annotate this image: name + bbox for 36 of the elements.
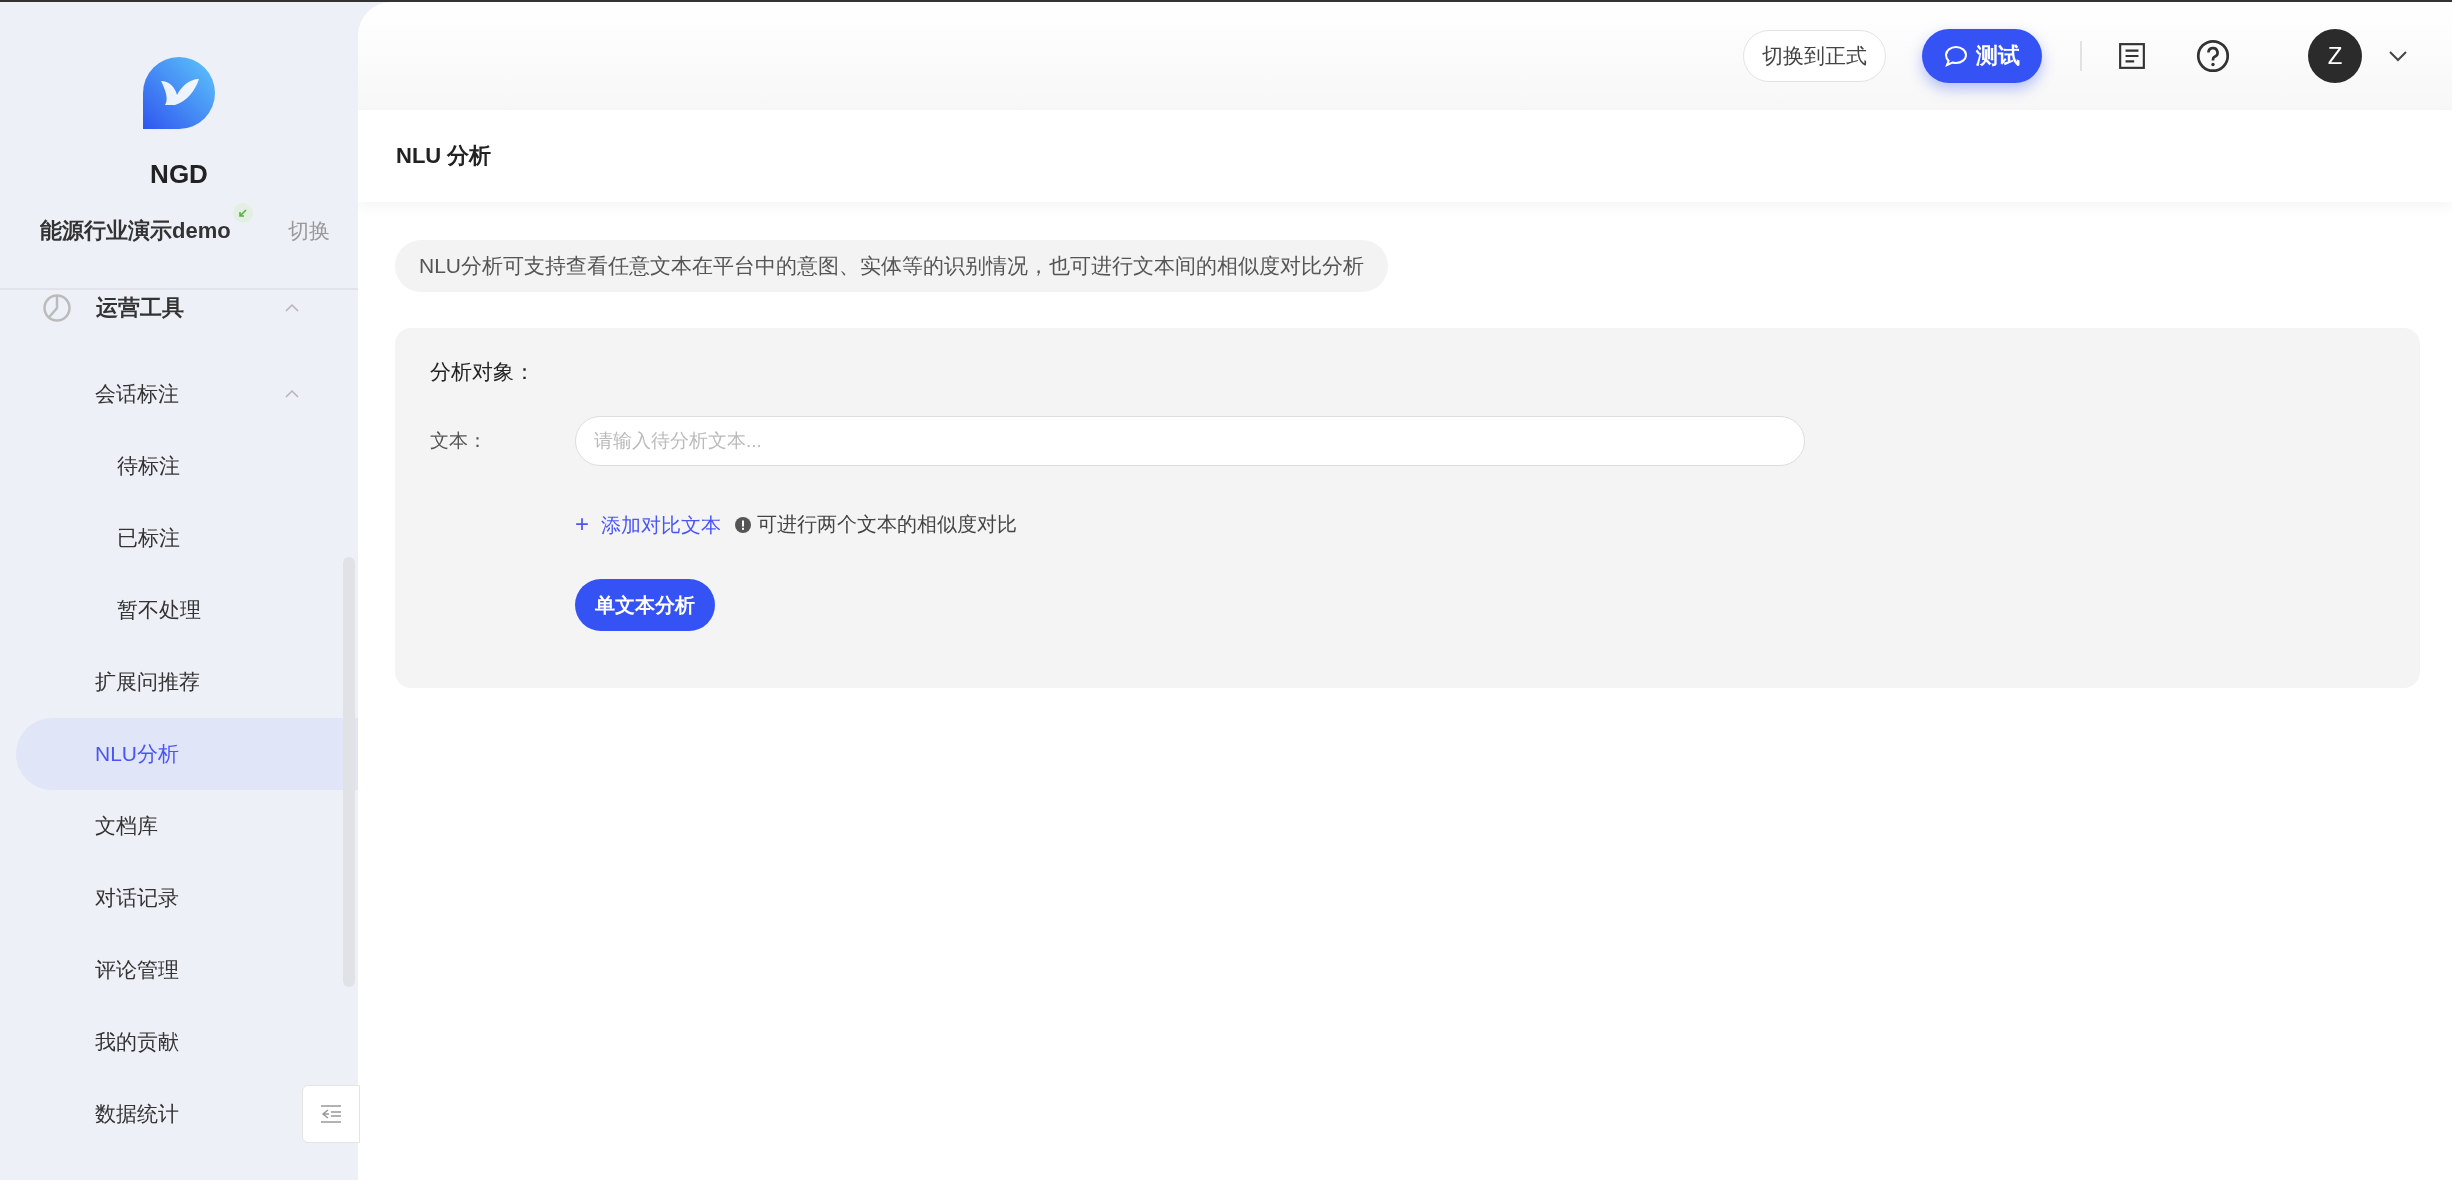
menu-item[interactable]: 扩展问推荐	[16, 646, 300, 718]
section-title: 分析对象：	[430, 359, 536, 385]
document-icon[interactable]	[2118, 42, 2146, 70]
menu-item[interactable]: 会话标注	[16, 358, 300, 430]
switch-env-button[interactable]: 切换到正式	[1743, 30, 1886, 82]
app-name: NGD	[150, 159, 208, 190]
collapse-icon	[319, 1104, 343, 1124]
menu-item[interactable]: 已标注	[16, 502, 300, 574]
add-compare-link[interactable]: + 添加对比文本	[575, 510, 721, 539]
text-input-field[interactable]: 请输入待分析文本...	[575, 416, 1805, 466]
chat-bubble-icon	[1944, 45, 1968, 67]
page-title: NLU 分析	[396, 142, 492, 170]
menu-item[interactable]: 暂不处理	[16, 574, 300, 646]
arrow-badge-icon	[232, 203, 253, 223]
menu-item[interactable]: 评论管理	[16, 934, 300, 1006]
menu-item[interactable]: 对话记录	[16, 862, 300, 934]
test-button[interactable]: 测试	[1922, 29, 2042, 83]
info-notice: NLU分析可支持查看任意文本在平台中的意图、实体等的识别情况，也可进行文本间的相似度对比分析	[395, 240, 1388, 292]
help-icon[interactable]	[2196, 39, 2230, 73]
pie-chart-icon	[42, 293, 72, 323]
menu-item[interactable]: 文档库	[16, 790, 300, 862]
user-avatar[interactable]: Z	[2308, 29, 2362, 83]
single-text-analysis-button[interactable]: 单文本分析	[575, 579, 715, 631]
menu-item[interactable]: NLU分析	[16, 718, 358, 790]
field-label: 文本：	[430, 429, 488, 453]
info-icon	[735, 516, 751, 533]
menu-item[interactable]: 我的贡献	[16, 1006, 300, 1078]
project-name: 能源行业演示demo	[40, 217, 231, 245]
menu-item[interactable]: 数据统计	[16, 1078, 300, 1150]
chevron-down-icon[interactable]	[2388, 50, 2408, 62]
chevron-icon	[284, 303, 300, 313]
menu-item[interactable]: 待标注	[16, 430, 300, 502]
chevron-icon	[284, 389, 300, 399]
hint-text: 可进行两个文本的相似度对比	[757, 512, 1017, 537]
menu-item[interactable]: 运营工具	[16, 290, 300, 326]
logo-icon	[143, 57, 215, 129]
